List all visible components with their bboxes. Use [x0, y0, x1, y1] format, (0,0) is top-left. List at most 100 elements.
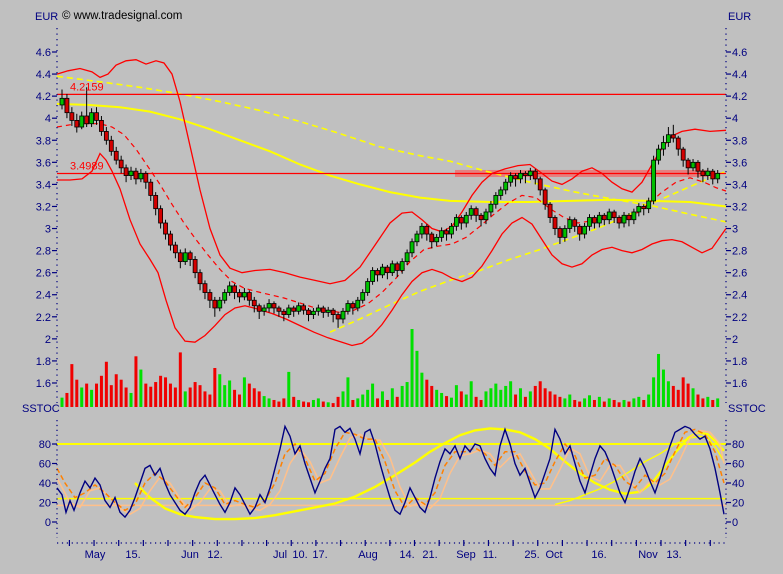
volume-bar — [460, 391, 463, 407]
candle-body — [553, 217, 557, 228]
price-tick-label-left: 3.8 — [36, 135, 51, 147]
volume-bar — [327, 402, 330, 407]
candle-body — [533, 171, 537, 179]
volume-bar — [381, 391, 384, 407]
candle-body — [430, 234, 434, 242]
candle-body — [311, 311, 315, 314]
volume-bar — [672, 386, 675, 407]
volume-bar — [391, 388, 394, 407]
candle-body — [652, 160, 656, 201]
candle-body — [405, 253, 409, 262]
candle-body — [218, 300, 222, 308]
candle-body — [701, 171, 705, 175]
price-tick-label-right: 2.8 — [732, 246, 747, 258]
volume-bar — [149, 387, 152, 407]
candle-body — [104, 131, 108, 140]
volume-bar — [573, 400, 576, 407]
candle-body — [287, 308, 291, 315]
candle-body — [272, 304, 276, 308]
candle-body — [647, 201, 651, 209]
candle-body — [203, 284, 207, 293]
candle-body — [282, 311, 286, 314]
volume-bar — [95, 384, 98, 407]
candle-body — [523, 173, 527, 175]
volume-layer — [61, 329, 720, 407]
candle-body — [597, 215, 601, 223]
volume-bar — [366, 390, 369, 407]
candle-body — [390, 264, 394, 273]
price-tick-label-right: 4.4 — [732, 69, 747, 81]
volume-bar — [494, 384, 497, 407]
volume-bar — [480, 400, 483, 407]
candle-body — [356, 300, 360, 308]
volume-bar — [164, 377, 167, 407]
volume-bar — [598, 397, 601, 407]
candle-body — [178, 253, 182, 262]
price-tick-label-left: 3.6 — [36, 157, 51, 169]
candle-body — [90, 113, 94, 124]
volume-bar — [287, 372, 290, 407]
candle-body — [376, 270, 380, 274]
ma-yellow-dashed-rising — [330, 171, 726, 332]
candle-body — [583, 226, 587, 234]
candle-body — [331, 310, 335, 314]
candle-body — [341, 311, 345, 319]
volume-bar — [514, 395, 517, 407]
volume-bar — [603, 402, 606, 407]
candle-body — [307, 310, 311, 314]
volume-bar — [223, 385, 226, 407]
volume-bar — [509, 381, 512, 407]
volume-bar — [258, 391, 261, 407]
candle-body — [578, 226, 582, 234]
price-tick-label-left: 2 — [45, 334, 51, 346]
time-axis-label: 15. — [125, 549, 140, 561]
volume-bar — [322, 402, 325, 407]
volume-bar — [524, 397, 527, 407]
volume-bar — [199, 385, 202, 407]
volume-bar — [682, 377, 685, 407]
candle-body — [464, 215, 468, 223]
candle-body — [114, 151, 118, 160]
volume-bar — [351, 400, 354, 407]
candle-body — [676, 138, 680, 149]
candle-body — [168, 234, 172, 245]
candle-body — [99, 120, 103, 131]
candle-body — [346, 304, 350, 312]
price-tick-label-right: 2.6 — [732, 268, 747, 280]
time-axis-label: Oct — [545, 549, 562, 561]
volume-bar — [105, 362, 108, 407]
volume-bar — [297, 400, 300, 407]
candle-body — [602, 215, 606, 219]
chart-canvas[interactable]: 4.64.64.44.44.24.2443.83.83.63.63.43.43.… — [0, 0, 783, 574]
candle-body — [548, 204, 552, 217]
candle-body — [435, 237, 439, 241]
price-tick-label-left: 4.4 — [36, 69, 51, 81]
price-tick-label-right: 3.8 — [732, 135, 747, 147]
volume-bar — [342, 391, 345, 407]
volume-bar — [268, 398, 271, 407]
volume-bar — [539, 381, 542, 407]
volume-bar — [120, 380, 123, 407]
candle-body — [637, 206, 641, 212]
candle-body — [385, 267, 389, 273]
candle-body — [454, 217, 458, 226]
stoch-tick-label-right: 20 — [732, 498, 744, 510]
volume-bar — [213, 368, 216, 407]
candle-body — [149, 182, 153, 195]
candle-body — [326, 310, 330, 312]
volume-bar — [588, 395, 591, 407]
candle-body — [479, 215, 483, 219]
candle-body — [257, 306, 261, 312]
volume-bar — [647, 395, 650, 407]
volume-bar — [677, 390, 680, 407]
volume-bar — [637, 397, 640, 407]
volume-bar — [75, 380, 78, 407]
volume-bar — [632, 398, 635, 407]
candle-body — [129, 171, 133, 175]
price-tick-label-right: 2 — [732, 334, 738, 346]
candle-body — [321, 308, 325, 312]
time-axis-label: 12. — [207, 549, 222, 561]
volume-bar — [475, 397, 478, 407]
volume-bar — [233, 390, 236, 407]
candlestick-layer — [60, 87, 720, 328]
